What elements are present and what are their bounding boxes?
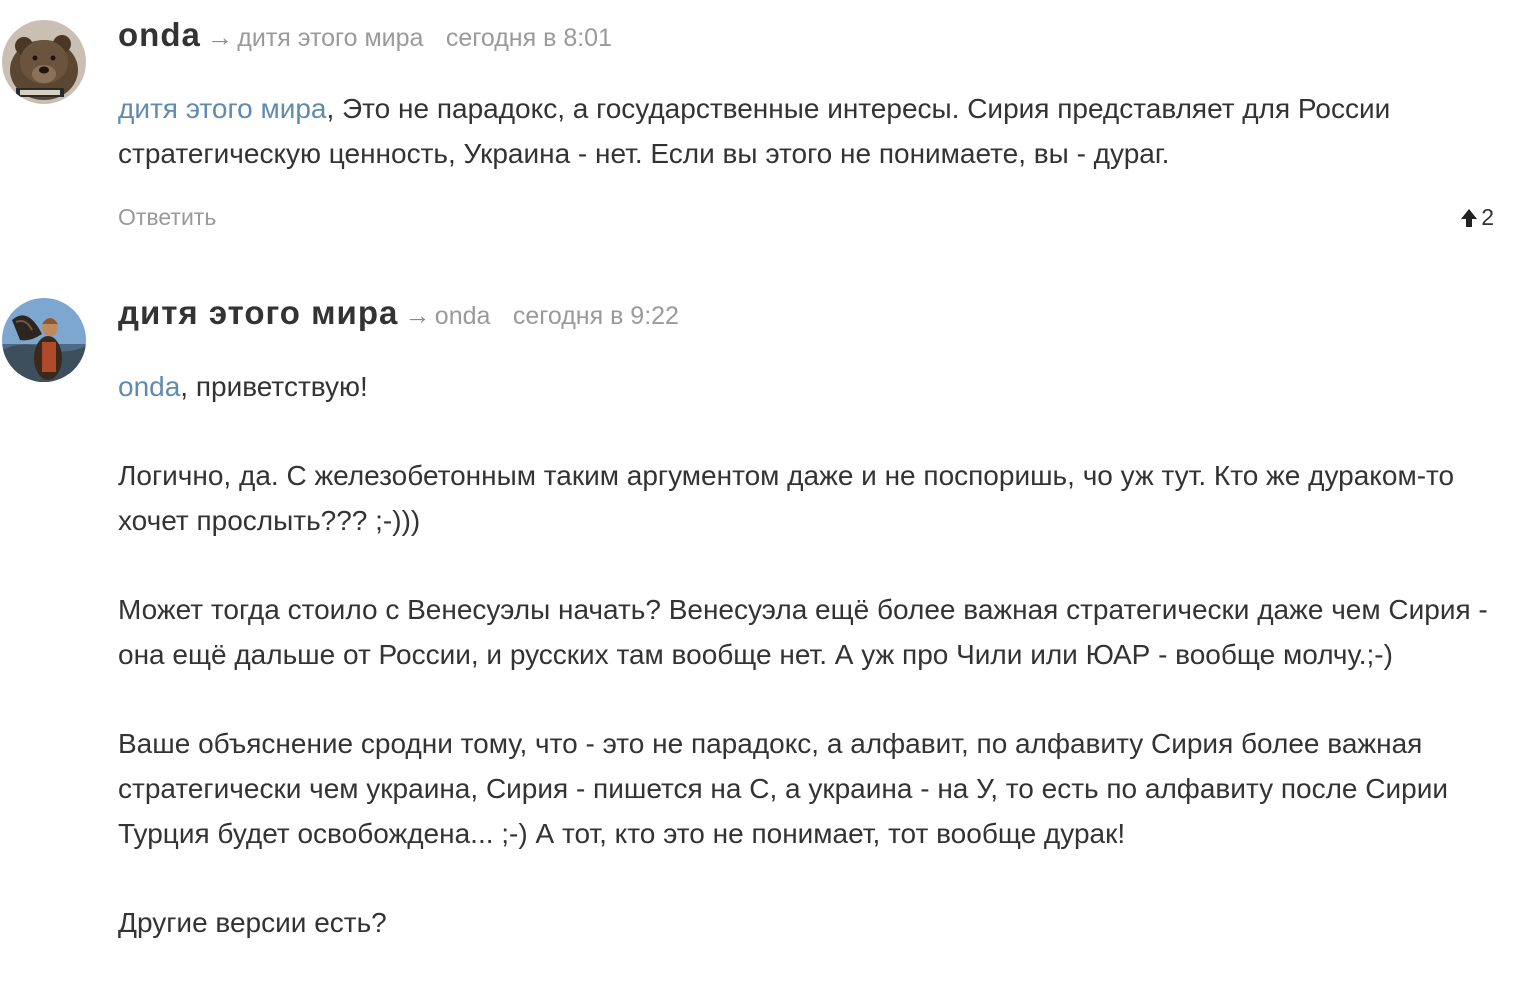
mention-link[interactable]: дитя этого мира <box>118 93 326 124</box>
timestamp[interactable]: сегодня в 8:01 <box>446 24 612 52</box>
reply-to-link[interactable]: onda <box>435 302 491 330</box>
reply-arrow-icon: → <box>404 300 431 330</box>
comment-header: дитя этого мира → onda сегодня в 9:22 <box>118 294 679 332</box>
falconer-avatar-icon[interactable] <box>2 298 86 382</box>
reply-arrow-icon: → <box>206 22 233 52</box>
comment-footer: Ответить 2 <box>118 204 1494 236</box>
reply-to-link[interactable]: дитя этого мира <box>237 24 423 52</box>
comment-paragraph: Ваше объяснение сродни тому, что - это н… <box>118 728 1448 849</box>
comment-paragraph: Другие версии есть? <box>118 907 387 938</box>
comment-body: дитя этого мира, Это не парадокс, а госу… <box>118 86 1508 176</box>
comment-paragraph: Логично, да. С железобетонным таким аргу… <box>118 460 1455 536</box>
comment-text: , приветствую! <box>180 371 368 402</box>
comment-paragraph: Может тогда стоило с Венесуэлы начать? В… <box>118 594 1488 670</box>
timestamp[interactable]: сегодня в 9:22 <box>513 302 679 330</box>
upvote-arrow-icon[interactable] <box>1460 208 1478 228</box>
bear-avatar-icon[interactable] <box>2 20 86 104</box>
comment-header: onda → дитя этого мира сегодня в 8:01 <box>118 16 612 54</box>
comment-body: onda, приветствую! Логично, да. С железо… <box>118 364 1508 945</box>
author-name[interactable]: дитя этого мира <box>118 294 398 331</box>
mention-link[interactable]: onda <box>118 371 180 402</box>
vote-counter[interactable]: 2 <box>1460 204 1494 231</box>
reply-button[interactable]: Ответить <box>118 204 216 231</box>
vote-count: 2 <box>1481 204 1494 230</box>
author-name[interactable]: onda <box>118 16 201 53</box>
